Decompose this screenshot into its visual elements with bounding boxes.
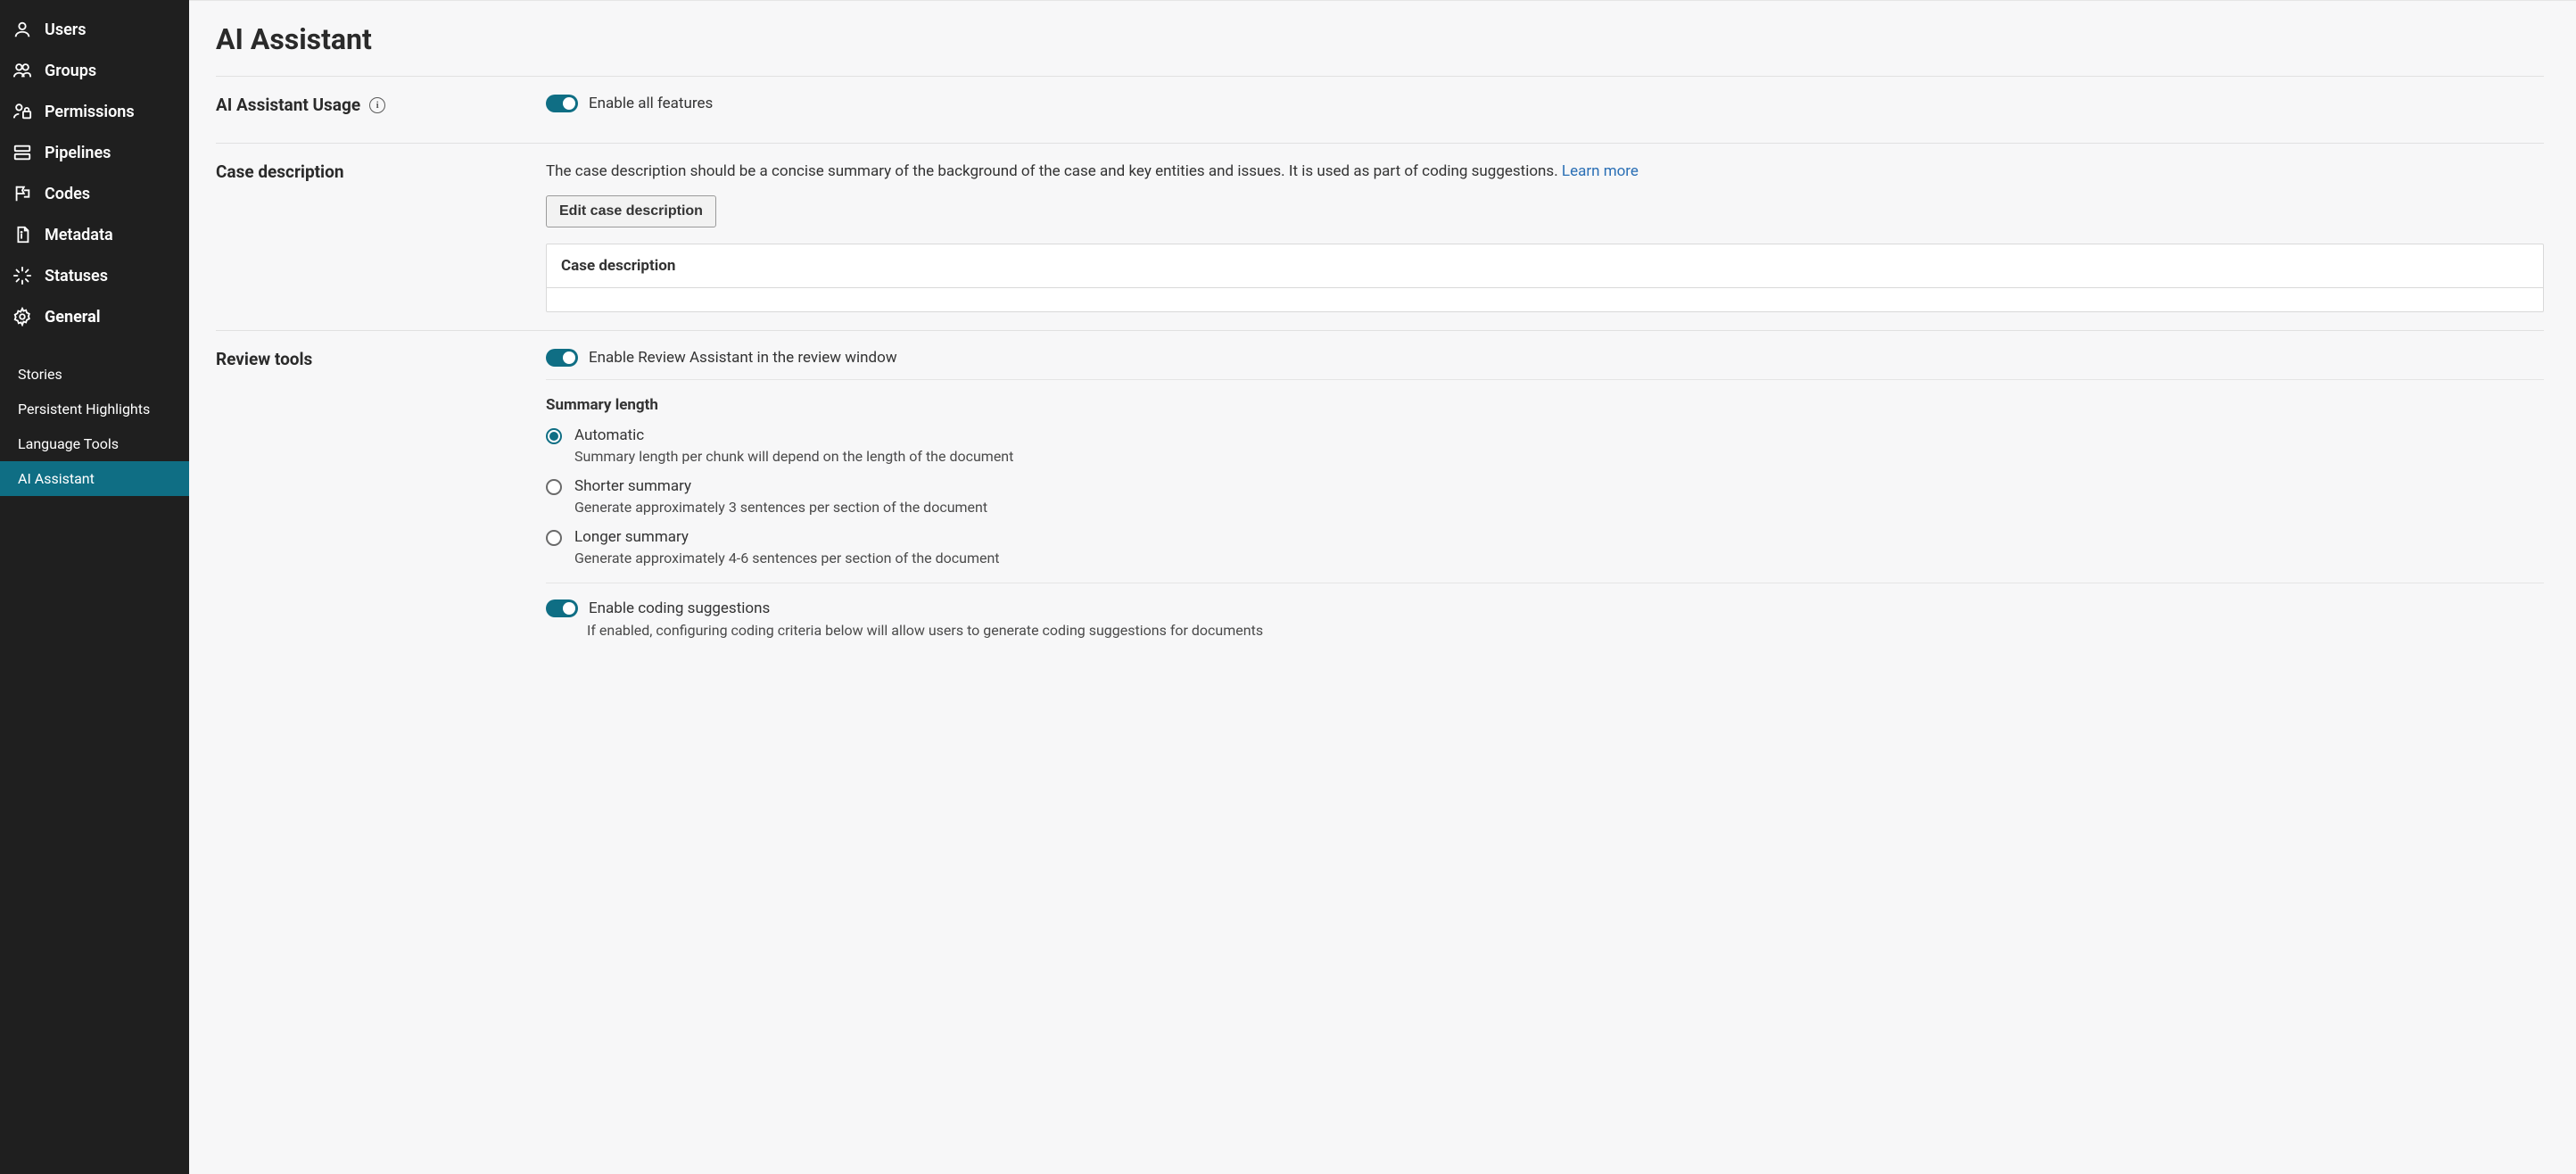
- sidebar-item-label: Permissions: [45, 103, 135, 121]
- subnav-item-stories[interactable]: Stories: [0, 357, 189, 392]
- lock-user-icon: [12, 102, 32, 121]
- sidebar-item-label: Statuses: [45, 267, 108, 285]
- radio-label: Shorter summary: [574, 477, 987, 495]
- sidebar-item-label: Codes: [45, 185, 90, 203]
- case-description-text: The case description should be a concise…: [546, 161, 2544, 183]
- sidebar-item-metadata[interactable]: Metadata: [0, 214, 189, 255]
- gear-icon: [12, 307, 32, 327]
- sidebar-item-permissions[interactable]: Permissions: [0, 91, 189, 132]
- usage-toggle-label: Enable all features: [589, 95, 713, 112]
- file-icon: [12, 225, 32, 244]
- sidebar-primary-nav: Users Groups Permissions Pipelines Codes: [0, 9, 189, 337]
- radio-description: Generate approximately 4-6 sentences per…: [574, 550, 1000, 566]
- sidebar-item-label: General: [45, 308, 101, 327]
- radio-shorter[interactable]: [546, 479, 562, 495]
- review-assistant-toggle[interactable]: [546, 349, 578, 367]
- summary-length-label: Summary length: [546, 396, 2544, 414]
- radio-label: Longer summary: [574, 528, 1000, 546]
- coding-suggestions-toggle[interactable]: [546, 599, 578, 617]
- sidebar-item-codes[interactable]: Codes: [0, 173, 189, 214]
- edit-case-description-button[interactable]: Edit case description: [546, 195, 716, 227]
- case-description-text-body: The case description should be a concise…: [546, 162, 1562, 180]
- summary-length-options: Automatic Summary length per chunk will …: [546, 426, 2544, 566]
- pipeline-icon: [12, 143, 32, 162]
- usage-toggle[interactable]: [546, 95, 578, 112]
- radio-automatic[interactable]: [546, 428, 562, 444]
- sidebar-item-general[interactable]: General: [0, 296, 189, 337]
- subnav-item-persistent-highlights[interactable]: Persistent Highlights: [0, 392, 189, 426]
- info-icon[interactable]: i: [369, 97, 385, 113]
- main-content: AI Assistant AI Assistant Usage i Enable…: [189, 0, 2576, 1174]
- usage-heading-text: AI Assistant Usage: [216, 95, 360, 115]
- sidebar-item-groups[interactable]: Groups: [0, 50, 189, 91]
- spinner-icon: [12, 266, 32, 285]
- radio-description: Generate approximately 3 sentences per s…: [574, 499, 987, 516]
- case-description-card-title: Case description: [547, 244, 2543, 288]
- section-review-tools: Review tools Enable Review Assistant in …: [216, 330, 2544, 658]
- section-heading-usage: AI Assistant Usage i: [216, 95, 528, 115]
- sidebar-subnav: Stories Persistent Highlights Language T…: [0, 357, 189, 496]
- learn-more-link[interactable]: Learn more: [1562, 162, 1639, 180]
- user-icon: [12, 20, 32, 39]
- subnav-item-language-tools[interactable]: Language Tools: [0, 426, 189, 461]
- radio-longer[interactable]: [546, 530, 562, 546]
- sidebar-item-label: Groups: [45, 62, 96, 80]
- radio-option-automatic[interactable]: Automatic Summary length per chunk will …: [546, 426, 2544, 465]
- section-heading-case-description: Case description: [216, 161, 528, 182]
- radio-label: Automatic: [574, 426, 1013, 444]
- radio-option-shorter[interactable]: Shorter summary Generate approximately 3…: [546, 477, 2544, 516]
- section-heading-review-tools: Review tools: [216, 349, 528, 369]
- sidebar: Users Groups Permissions Pipelines Codes: [0, 0, 189, 1174]
- sidebar-item-label: Metadata: [45, 226, 113, 244]
- sidebar-item-users[interactable]: Users: [0, 9, 189, 50]
- sidebar-item-statuses[interactable]: Statuses: [0, 255, 189, 296]
- sidebar-item-label: Users: [45, 21, 87, 39]
- divider: [546, 379, 2544, 380]
- case-description-card-body: [547, 288, 2543, 311]
- section-usage: AI Assistant Usage i Enable all features: [216, 76, 2544, 143]
- flag-icon: [12, 184, 32, 203]
- case-description-card: Case description: [546, 244, 2544, 312]
- radio-description: Summary length per chunk will depend on …: [574, 448, 1013, 465]
- review-assistant-toggle-label: Enable Review Assistant in the review wi…: [589, 349, 897, 367]
- radio-option-longer[interactable]: Longer summary Generate approximately 4-…: [546, 528, 2544, 566]
- section-case-description: Case description The case description sh…: [216, 143, 2544, 330]
- users-icon: [12, 61, 32, 80]
- coding-suggestions-toggle-label: Enable coding suggestions: [589, 599, 770, 617]
- sidebar-item-pipelines[interactable]: Pipelines: [0, 132, 189, 173]
- coding-suggestions-helper: If enabled, configuring coding criteria …: [587, 621, 2544, 641]
- page-title: AI Assistant: [216, 22, 2544, 56]
- subnav-item-ai-assistant[interactable]: AI Assistant: [0, 461, 189, 496]
- sidebar-item-label: Pipelines: [45, 144, 111, 162]
